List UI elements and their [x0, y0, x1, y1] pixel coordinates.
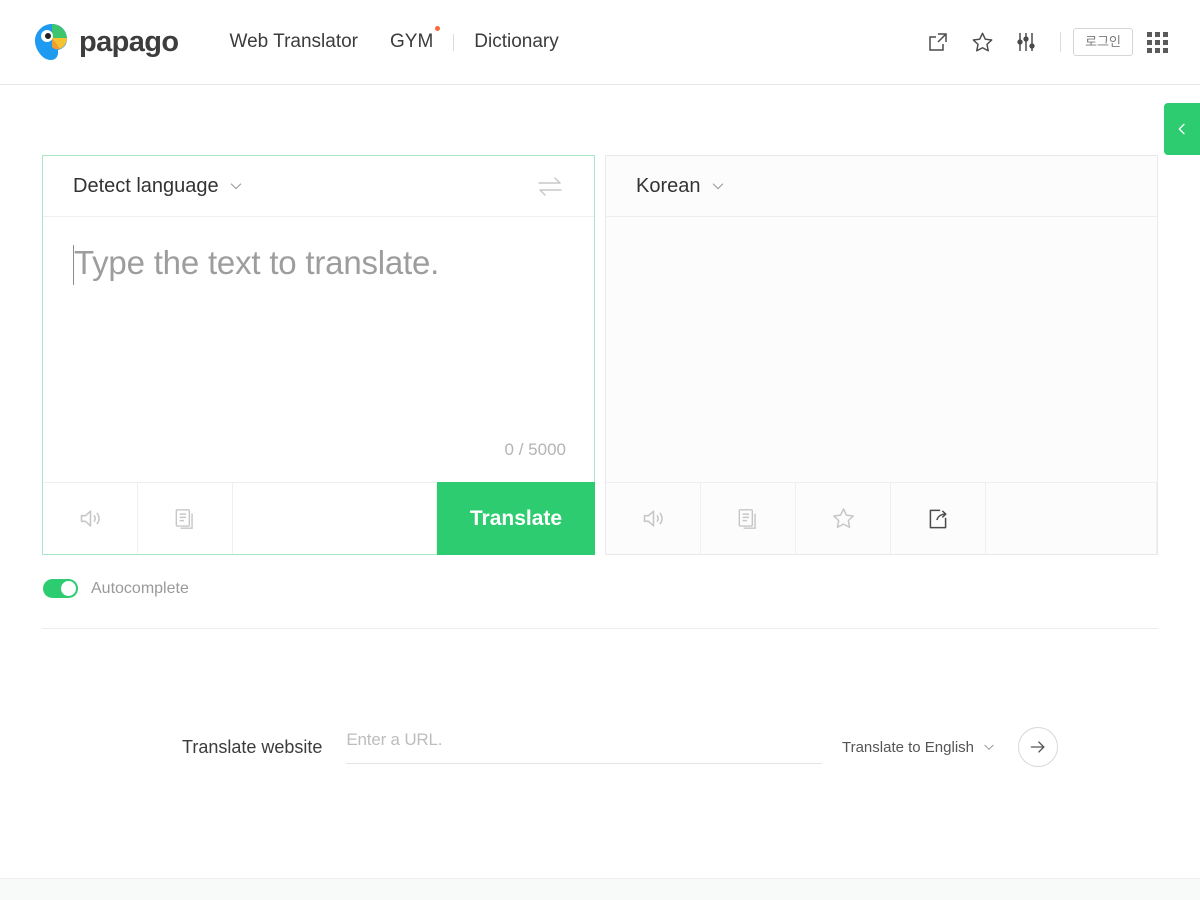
- copy-document-icon: [175, 508, 193, 529]
- target-panel-header: Korean: [606, 156, 1157, 217]
- nav-item-gym[interactable]: GYM: [374, 26, 449, 53]
- autocomplete-label: Autocomplete: [91, 579, 189, 597]
- autocomplete-row: Autocomplete: [42, 579, 1158, 598]
- speaker-icon: [80, 510, 100, 527]
- chevron-down-icon: [230, 183, 241, 190]
- sliders-icon: [1017, 33, 1035, 51]
- target-favorite-button[interactable]: [796, 483, 891, 554]
- translate-button[interactable]: Translate: [437, 482, 595, 555]
- nav-item-dictionary[interactable]: Dictionary: [458, 31, 574, 53]
- external-link-icon: [929, 33, 947, 51]
- main-content: Detect language Type the text to transla…: [0, 155, 1200, 767]
- target-panel: Korean: [605, 155, 1158, 555]
- header-actions: 로그인: [916, 20, 1170, 64]
- favorites-button[interactable]: [960, 20, 1004, 64]
- autocomplete-toggle[interactable]: [43, 579, 78, 598]
- source-tts-button[interactable]: [43, 483, 138, 554]
- settings-button[interactable]: [1004, 20, 1048, 64]
- login-button[interactable]: 로그인: [1073, 27, 1133, 57]
- footer-strip: [0, 878, 1200, 900]
- target-result-area: [606, 217, 1157, 482]
- toggle-knob: [61, 581, 76, 596]
- website-url-placeholder: Enter a URL.: [346, 730, 443, 749]
- website-translate-row: Translate website Enter a URL. Translate…: [42, 727, 1158, 767]
- target-toolbar-spacer: [986, 483, 1157, 554]
- header-divider: [1060, 32, 1062, 52]
- website-translate-label: Translate website: [182, 736, 323, 757]
- source-language-label: Detect language: [73, 174, 219, 197]
- source-panel-toolbar: Translate: [43, 482, 595, 555]
- star-icon: [832, 508, 854, 529]
- grid-apps-icon[interactable]: [1147, 31, 1168, 53]
- share-page-button[interactable]: [916, 20, 960, 64]
- swap-arrows-icon: [538, 177, 562, 196]
- star-icon: [972, 32, 993, 51]
- share-box-icon: [929, 509, 947, 528]
- swap-languages-button[interactable]: [536, 175, 564, 197]
- source-toolbar-spacer: [233, 483, 437, 554]
- website-url-input[interactable]: Enter a URL.: [346, 730, 822, 764]
- target-tts-button[interactable]: [606, 483, 701, 554]
- source-language-selector[interactable]: Detect language: [73, 175, 244, 198]
- brand-name: papago: [79, 25, 179, 58]
- translation-panels: Detect language Type the text to transla…: [42, 155, 1158, 555]
- primary-nav: Web Translator GYM Dictionary: [214, 26, 575, 53]
- source-panel-header: Detect language: [43, 156, 594, 217]
- papago-parrot-logo: [34, 24, 67, 60]
- source-placeholder: Type the text to translate.: [74, 244, 440, 281]
- copy-document-icon: [738, 508, 756, 529]
- target-share-button[interactable]: [891, 483, 986, 554]
- chevron-down-icon: [984, 744, 994, 751]
- papago-translator-page: papago Web Translator GYM Dictionary 로그인…: [0, 0, 1200, 900]
- character-counter: 0 / 5000: [504, 440, 566, 459]
- section-divider: [42, 628, 1158, 629]
- side-panel-toggle[interactable]: [1164, 103, 1200, 155]
- chevron-down-icon: [712, 183, 723, 190]
- website-target-language-selector[interactable]: Translate to English: [842, 739, 996, 756]
- target-panel-toolbar: [606, 482, 1157, 554]
- target-language-selector[interactable]: Korean: [636, 175, 726, 198]
- nav-item-web-translator[interactable]: Web Translator: [214, 31, 374, 53]
- website-translate-go-button[interactable]: [1018, 727, 1058, 767]
- speaker-icon: [643, 510, 663, 527]
- website-target-language-label: Translate to English: [841, 738, 974, 756]
- chevron-left-icon: [1178, 123, 1185, 135]
- arrow-right-icon: [1030, 741, 1045, 753]
- brand-logo-link[interactable]: papago: [32, 22, 179, 62]
- source-placeholder-wrap: Type the text to translate.: [73, 241, 564, 286]
- nav-divider: [453, 33, 455, 51]
- source-panel: Detect language Type the text to transla…: [42, 155, 595, 555]
- target-language-label: Korean: [636, 174, 701, 197]
- source-textarea-area[interactable]: Type the text to translate. 0 / 5000: [43, 217, 594, 482]
- source-copy-button[interactable]: [138, 483, 233, 554]
- site-header: papago Web Translator GYM Dictionary 로그인: [0, 0, 1200, 85]
- target-copy-button[interactable]: [701, 483, 796, 554]
